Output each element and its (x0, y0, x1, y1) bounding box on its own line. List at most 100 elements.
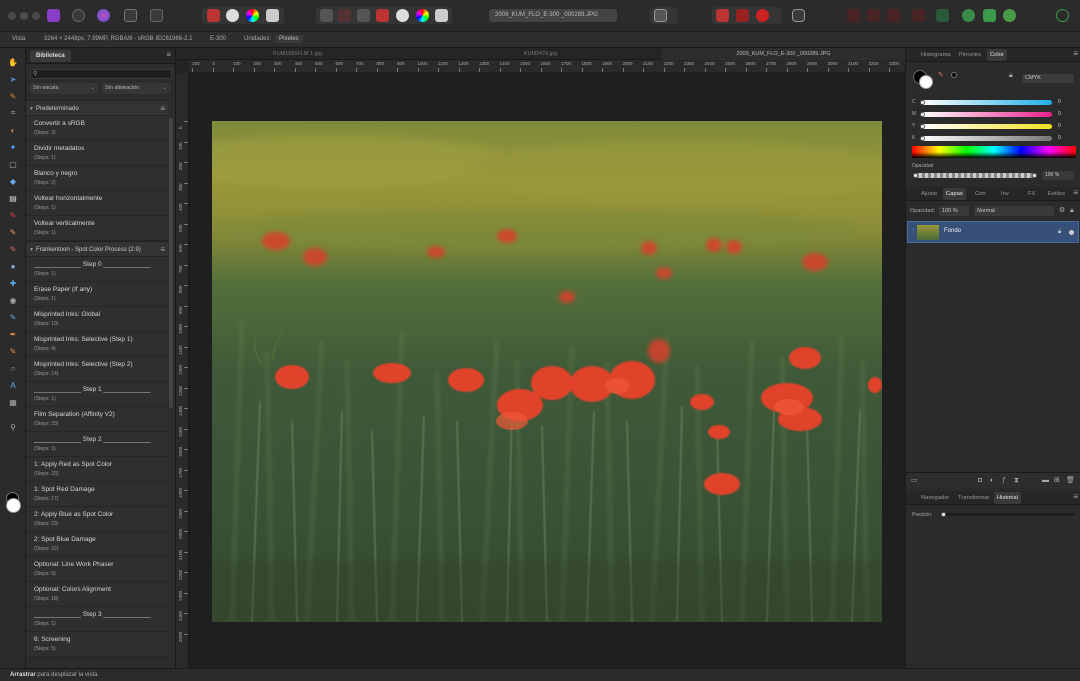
shape-tool-icon[interactable]: ○ (7, 362, 19, 374)
channel-value[interactable]: 0 (1058, 99, 1061, 105)
blend-mode-select[interactable]: Normal (974, 206, 1054, 216)
drag-handle-icon[interactable]: ⋮ (911, 228, 916, 234)
zoom-tool-icon[interactable]: ⚲ (7, 421, 19, 433)
macro-item[interactable]: Voltear verticalmente (Steps: 1) (26, 216, 168, 241)
opacity-slider[interactable] (916, 173, 1034, 178)
gradient-tool-icon[interactable]: ▤ (7, 192, 19, 204)
crop-tool-icon[interactable]: ⌗ (7, 107, 19, 119)
macro-item[interactable]: Film Separation (Affinity V2) (Steps: 33) (26, 407, 168, 432)
assistant-icon[interactable] (792, 9, 805, 22)
macro-item[interactable]: _____________ Step 3 _____________ (Steps… (26, 607, 168, 632)
macro-item[interactable]: Erase Paper (If any) (Steps: 1) (26, 282, 168, 307)
layer-lock-icon[interactable]: 🔒︎ (1058, 228, 1061, 236)
layer-options-icon[interactable]: ▭ (911, 477, 918, 485)
macro-item[interactable]: Misprinted Inks: Selective (Step 1) (Step… (26, 332, 168, 357)
window-close-button[interactable] (8, 12, 16, 20)
history-position-slider[interactable] (942, 513, 1074, 516)
photo-persona-icon[interactable] (47, 9, 60, 22)
text-tool-icon[interactable]: A (7, 379, 19, 391)
poppy-field-photo[interactable] (212, 121, 882, 622)
macro-item[interactable]: Convertir a sRGB (Steps: 2) (26, 116, 168, 141)
align-icon[interactable] (936, 9, 949, 22)
macro-item[interactable]: Blanco y negro (Steps: 2) (26, 166, 168, 191)
arrange-back-icon[interactable] (716, 9, 729, 22)
rotate-icon[interactable] (756, 9, 769, 22)
snapping-icon[interactable] (654, 9, 667, 22)
node-tool-icon[interactable]: ✎ (7, 345, 19, 357)
macro-item[interactable]: _____________ Step 1 _____________ (Steps… (26, 382, 168, 407)
disclosure-triangle-icon[interactable]: ▼ (29, 242, 34, 258)
selection-brush-icon[interactable]: ◐ (7, 124, 19, 136)
stroke-color-well[interactable] (919, 75, 933, 89)
arrange-forward-icon[interactable] (736, 9, 749, 22)
studio-link-icon[interactable] (962, 9, 975, 22)
panel-menu-icon[interactable]: ≡ (1073, 49, 1078, 58)
panel-menu-icon[interactable]: ≡ (160, 101, 165, 117)
healing-brush-icon[interactable]: ✚ (7, 277, 19, 289)
account-icon[interactable] (1056, 9, 1069, 22)
refine-icon[interactable] (396, 9, 409, 22)
mask-icon[interactable]: ◘ (978, 477, 982, 485)
macro-item[interactable]: Optional: Line Work Phaser (Steps: 5) (26, 557, 168, 582)
flood-select-icon[interactable]: ✦ (7, 141, 19, 153)
horizontal-ruler[interactable]: 100 0 100 200 300 400 500 600 700 800 900 1000 1100 1… (189, 60, 905, 73)
channel-slider-knob[interactable] (920, 112, 925, 117)
invert-selection-icon[interactable] (357, 9, 370, 22)
primary-color-swatch[interactable] (6, 498, 21, 513)
scale-dropdown[interactable]: Sin escala ⌄ (30, 83, 98, 94)
macro-group-header[interactable]: ▼ Predeterminado ≡ (26, 100, 168, 116)
channel-slider-knob[interactable] (920, 136, 925, 141)
macro-item[interactable]: Optional: Colors Alignment (Steps: 18) (26, 582, 168, 607)
visibility-dot-icon[interactable] (1069, 230, 1074, 235)
macro-item[interactable]: _____________ Step 2 _____________ (Steps… (26, 432, 168, 457)
macro-item[interactable]: Dividir metadatos (Steps: 1) (26, 141, 168, 166)
clone-brush-icon[interactable]: ✎ (7, 243, 19, 255)
marquee-tool-icon[interactable]: ▢ (7, 158, 19, 170)
lock-icon[interactable]: 🔒︎ (1009, 72, 1013, 80)
folder-icon[interactable]: ▬ (1042, 477, 1049, 485)
develop-persona-icon[interactable] (97, 9, 110, 22)
library-search-input[interactable]: ⚲ (30, 69, 172, 79)
channel-slider[interactable] (922, 136, 1052, 141)
deselect-icon[interactable] (338, 9, 351, 22)
dodge-brush-icon[interactable]: ✎ (7, 226, 19, 238)
macro-item[interactable]: 1: Apply Red as Spot Color (Steps: 23) (26, 457, 168, 482)
macro-item[interactable]: 2: Apply Blue as Spot Color (Steps: 23) (26, 507, 168, 532)
layer-name[interactable]: Fondo (944, 228, 961, 234)
units-select[interactable]: Píxeles (275, 35, 303, 43)
layer-row[interactable]: ⋮ Fondo 🔒︎ (907, 221, 1079, 243)
panel-menu-icon[interactable]: ≡ (1073, 188, 1078, 197)
channel-value[interactable]: 0 (1058, 123, 1061, 129)
auto-white-balance-icon[interactable] (266, 9, 279, 22)
tab-layers[interactable]: Capas (943, 188, 966, 200)
boolean-xor-icon[interactable] (912, 9, 925, 22)
red-eye-icon[interactable]: ◉ (7, 294, 19, 306)
macro-item[interactable]: 1: Spot Red Damage (Steps: 17) (26, 482, 168, 507)
channel-slider[interactable] (922, 100, 1052, 105)
brush-picker-icon[interactable] (435, 9, 448, 22)
pen-tool-icon[interactable]: ✒ (7, 328, 19, 340)
window-zoom-button[interactable] (32, 12, 40, 20)
move-tool-icon[interactable]: ➤ (7, 73, 19, 85)
boolean-intersect-icon[interactable] (887, 9, 900, 22)
color-model-select[interactable]: CMYK (1022, 74, 1074, 83)
tab-styles[interactable]: Estilos (1045, 188, 1068, 200)
channel-slider[interactable] (922, 124, 1052, 129)
gear-icon[interactable]: ⚙ (1059, 207, 1065, 215)
preview-icon[interactable] (983, 9, 996, 22)
channel-value[interactable]: 0 (1058, 135, 1061, 141)
align-dropdown[interactable]: Sin alineación ⌄ (102, 83, 170, 94)
flood-fill-icon[interactable]: ◆ (7, 175, 19, 187)
adjustment-icon[interactable]: ◐ (990, 477, 994, 485)
tab-inverse[interactable]: Inv (998, 188, 1012, 200)
picked-color-swatch[interactable] (951, 72, 957, 78)
paint-brush-icon[interactable]: ✎ (7, 209, 19, 221)
auto-levels-icon[interactable] (207, 9, 220, 22)
quick-mask-icon[interactable] (376, 9, 389, 22)
panel-menu-icon[interactable]: ≡ (1073, 492, 1078, 501)
document-tab[interactable]: KUM2476.jpg (419, 48, 662, 60)
select-all-icon[interactable] (320, 9, 333, 22)
trash-icon[interactable]: 🗑︎ (1066, 477, 1075, 485)
history-position-knob[interactable] (941, 512, 946, 517)
tab-fx[interactable]: FX (1025, 188, 1038, 200)
